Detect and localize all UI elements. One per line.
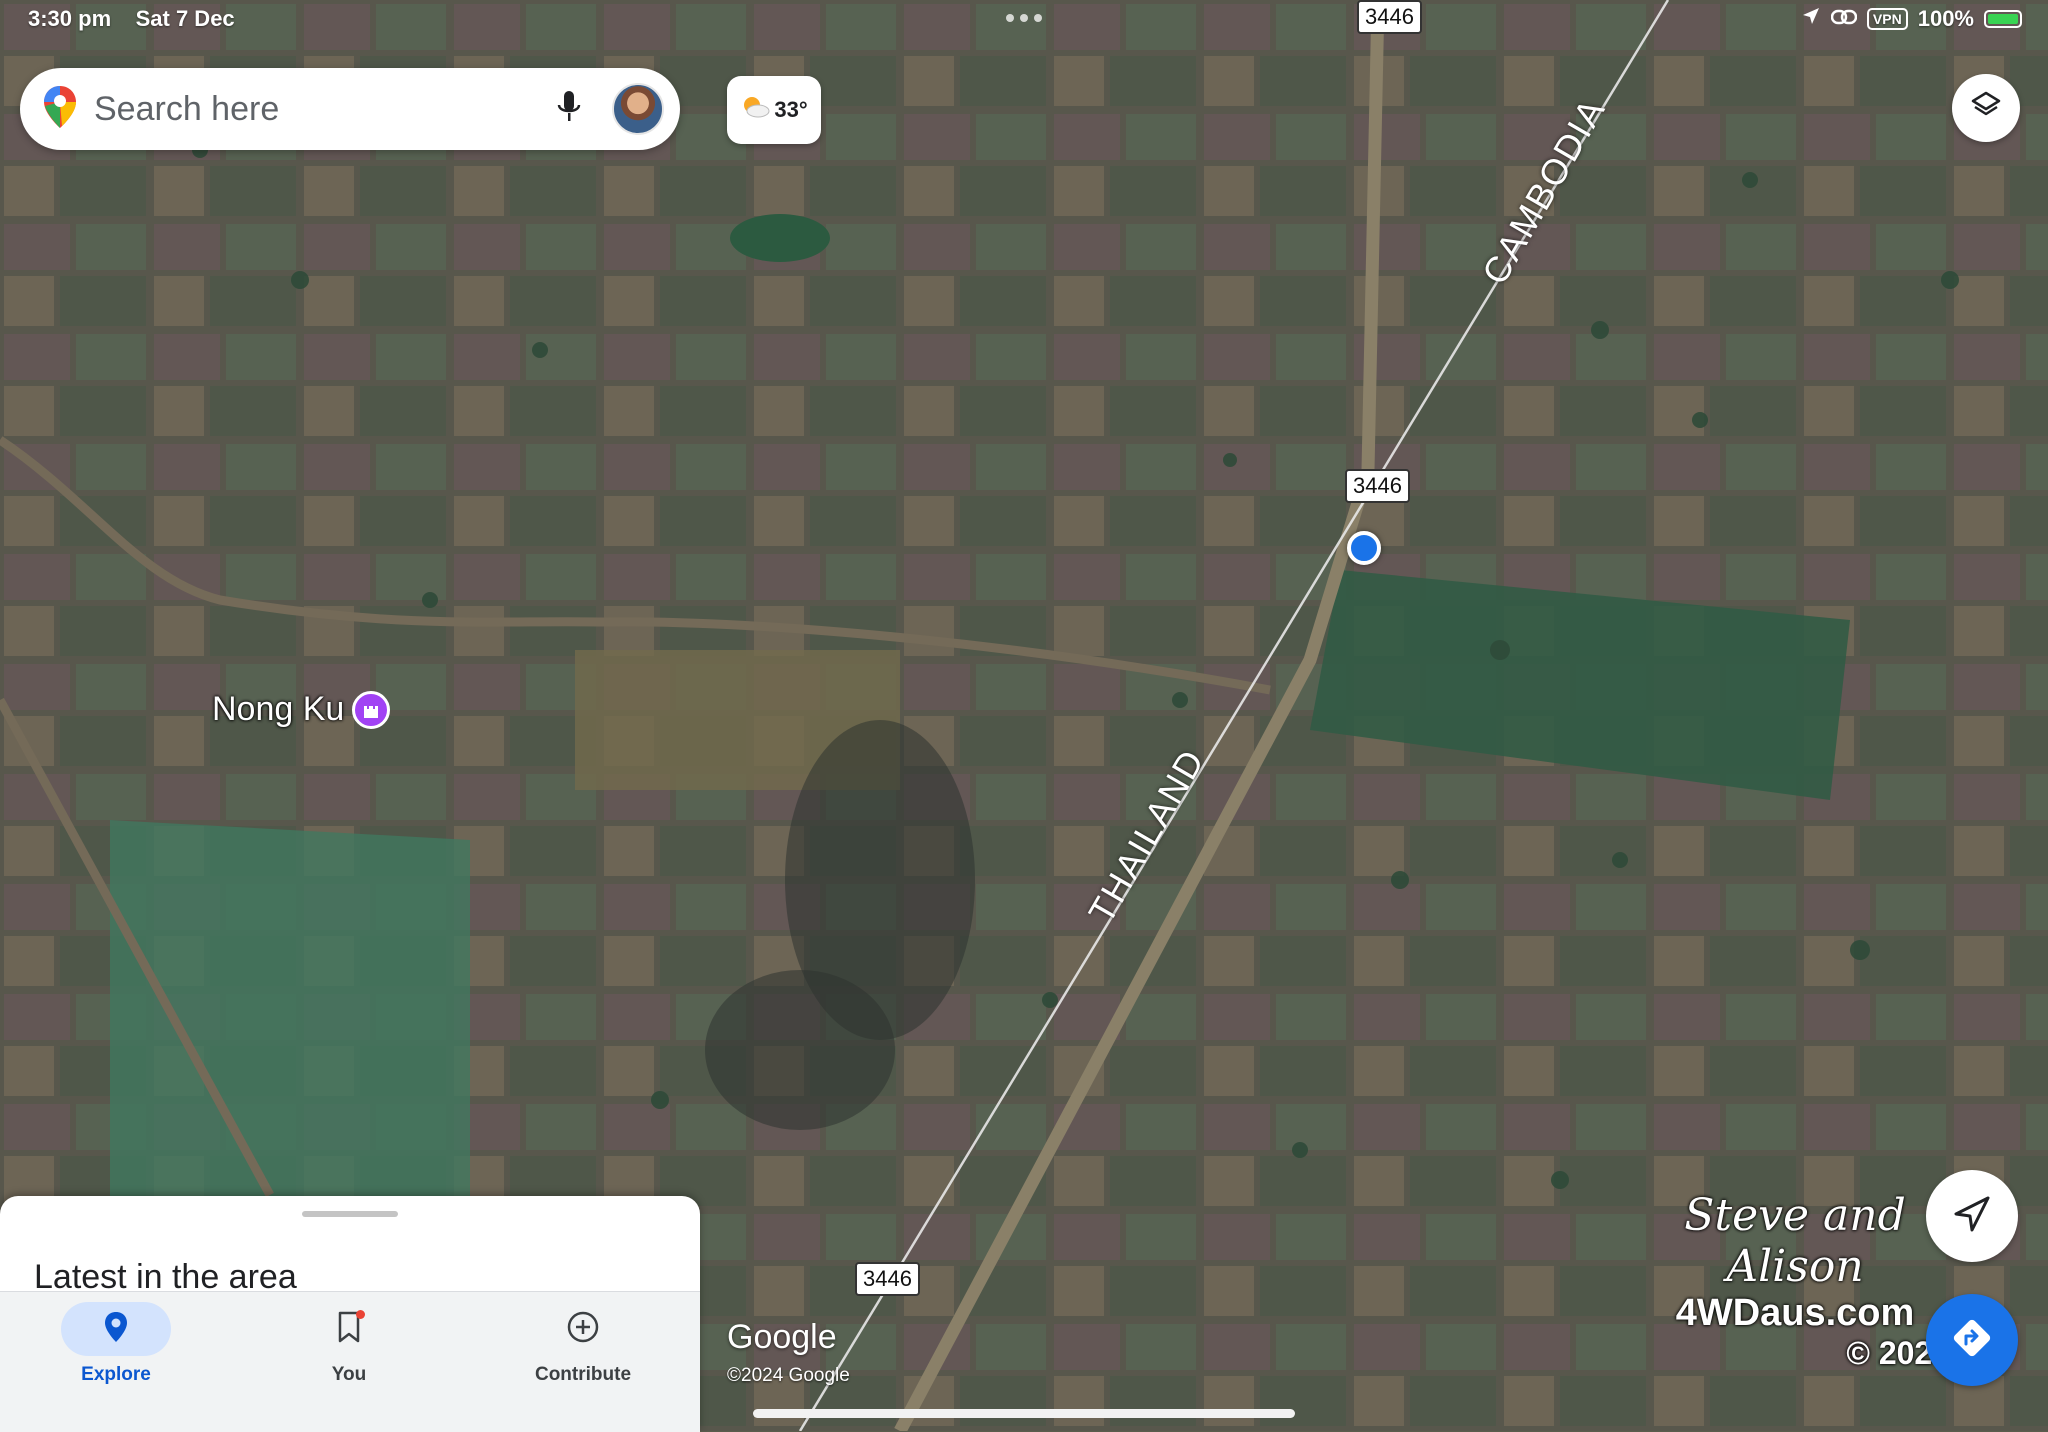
weather-chip[interactable]: 33° (727, 76, 821, 144)
watermark-year: © 2025 (1846, 1335, 1950, 1371)
watermark: Steve and Alison 4WDaus.com © 2025 (1630, 1190, 1960, 1372)
directions-button[interactable] (1926, 1294, 2018, 1386)
search-bar[interactable]: Search here (20, 68, 680, 150)
status-date: Sat 7 Dec (135, 6, 235, 31)
watermark-names: Steve and Alison (1684, 1190, 1906, 1292)
status-time: 3:30 pm (28, 6, 112, 31)
watermark-site: 4WDaus.com (1675, 1292, 1915, 1334)
vpn-badge: VPN (1866, 8, 1908, 30)
microphone-icon[interactable] (556, 89, 582, 130)
layers-button[interactable] (1952, 74, 2020, 142)
nav-tab-explore[interactable]: Explore (31, 1302, 201, 1386)
search-input[interactable]: Search here (94, 90, 556, 129)
road-shield[interactable]: 3446 (855, 1262, 920, 1296)
nav-tab-you[interactable]: You (264, 1302, 434, 1386)
recenter-button[interactable] (1926, 1170, 2018, 1262)
avatar[interactable] (612, 83, 664, 135)
battery-icon (1984, 10, 2022, 28)
bottom-nav: Explore You Contribute (0, 1291, 700, 1432)
google-maps-pin-icon (42, 84, 78, 135)
google-logo: Google (727, 1318, 837, 1356)
map-copyright[interactable]: ©2024 Google (727, 1365, 850, 1387)
multitasking-dots[interactable] (1006, 14, 1042, 22)
place-marker-nong-ku[interactable]: Nong Ku (212, 690, 391, 729)
home-indicator[interactable] (753, 1409, 1295, 1418)
nav-label-you: You (331, 1364, 367, 1385)
directions-icon (1950, 1316, 1994, 1365)
battery-percent: 100% (1917, 6, 1974, 31)
status-bar-right: VPN 100% (1801, 6, 2022, 32)
navigation-arrow-icon (1950, 1192, 1994, 1241)
location-pin-icon (103, 1310, 129, 1349)
status-bar-left: 3:30 pm Sat 7 Dec (28, 6, 235, 32)
castle-icon[interactable] (352, 690, 391, 729)
notification-dot (356, 1310, 365, 1319)
nav-tab-contribute[interactable]: Contribute (498, 1302, 668, 1386)
sun-behind-cloud-icon (740, 95, 770, 125)
nav-label-explore: Explore (81, 1364, 151, 1385)
road-shield[interactable]: 3446 (1345, 469, 1410, 503)
bottom-sheet[interactable]: Latest in the area Explore You Contribut… (0, 1196, 700, 1432)
place-label[interactable]: Nong Ku (212, 690, 344, 729)
layers-icon (1969, 89, 2003, 128)
plus-circle-icon (566, 1310, 600, 1349)
link-icon (1830, 6, 1858, 32)
road-shield[interactable]: 3446 (1357, 0, 1422, 34)
weather-temperature: 33° (774, 97, 808, 122)
location-arrow-icon (1801, 6, 1821, 32)
nav-label-contribute: Contribute (534, 1364, 632, 1385)
sheet-grabber[interactable] (302, 1211, 398, 1217)
current-location-dot[interactable] (1347, 531, 1381, 565)
